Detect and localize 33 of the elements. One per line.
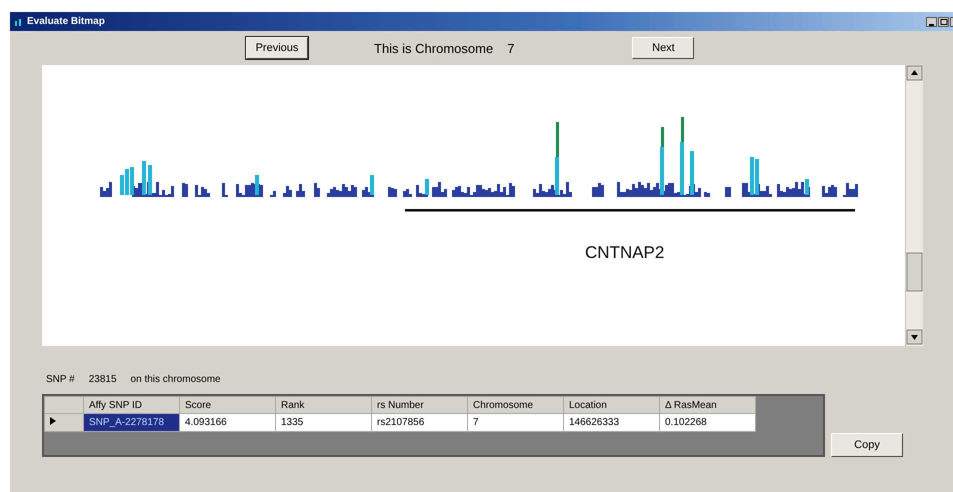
chromosome-label: This is Chromosome [374, 40, 494, 56]
table-cell[interactable]: 146626333 [564, 414, 660, 432]
column-header[interactable]: Score [180, 396, 276, 414]
table-cell[interactable]: rs2107856 [372, 414, 468, 432]
gene-label: CNTNAP2 [585, 243, 664, 262]
table-cell[interactable]: 7 [468, 414, 564, 432]
snp-count-label: SNP # [46, 374, 75, 387]
row-header[interactable] [44, 414, 84, 432]
app-icon [14, 17, 23, 26]
snp-count-value: 23815 [88, 374, 117, 387]
vertical-scrollbar[interactable] [905, 65, 923, 346]
window-title: Evaluate Bitmap [27, 16, 106, 27]
column-header[interactable]: Rank [276, 396, 372, 414]
column-header[interactable]: rs Number [372, 396, 468, 414]
scroll-up-icon[interactable] [906, 66, 922, 80]
table-cell[interactable]: SNP_A-2278178 [84, 414, 180, 432]
table-cell[interactable]: 4.093166 [180, 414, 276, 432]
previous-button[interactable]: Previous [246, 37, 308, 59]
table-cell[interactable]: 0.102268 [660, 414, 756, 432]
table-cell[interactable]: 1335 [276, 414, 372, 432]
next-button[interactable]: Next [632, 37, 694, 59]
column-header[interactable]: Δ RasMean [660, 396, 756, 414]
chromosome-number: 7 [507, 40, 514, 56]
scroll-thumb[interactable] [906, 252, 922, 292]
column-header[interactable]: Location [564, 396, 660, 414]
column-header[interactable]: Affy SNP ID [84, 396, 180, 414]
scroll-down-icon[interactable] [906, 330, 922, 344]
snp-count-suffix: on this chromosome [130, 374, 221, 387]
row-header-corner [44, 396, 84, 414]
minimize-icon[interactable] [926, 16, 937, 26]
maximize-icon[interactable] [938, 16, 949, 26]
column-header[interactable]: Chromosome [468, 396, 564, 414]
copy-button[interactable]: Copy [831, 433, 903, 457]
